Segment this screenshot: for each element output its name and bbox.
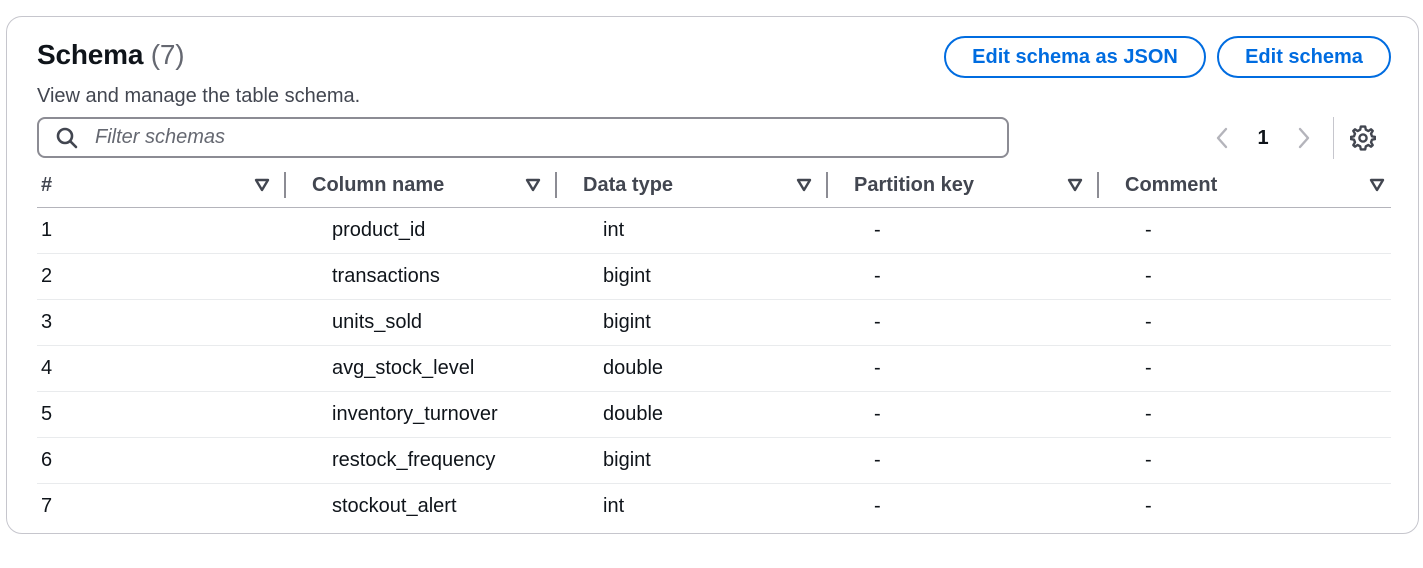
table-row: 6 restock_frequency bigint - - [37,437,1391,484]
pagination-divider [1333,117,1334,159]
cell-row-number: 7 [41,495,53,517]
column-resizer[interactable] [826,172,828,198]
column-header-comment[interactable]: Comment [1121,163,1391,208]
cell-column-name: stockout_alert [332,495,457,517]
column-resizer[interactable] [284,172,286,198]
page-title: Schema (7) [37,39,185,71]
title-text: Schema [37,39,144,70]
sort-down-icon[interactable] [1369,178,1387,192]
cell-comment: - [1121,299,1391,346]
cell-comment: - [1121,345,1391,392]
column-header-label: Partition key [854,173,975,196]
sort-down-icon[interactable] [796,178,814,192]
cell-comment: - [1121,207,1391,254]
chevron-right-icon[interactable] [1289,123,1319,153]
cell-row-number: 4 [37,345,308,392]
cell-data-type: double [579,345,850,392]
cell-column-name: inventory_turnover [308,391,579,438]
edit-schema-json-button[interactable]: Edit schema as JSON [944,36,1206,78]
cell-row-number: 5 [37,391,308,438]
cell-partition-key: - [850,299,1121,346]
column-header-label: Comment [1125,173,1218,196]
gear-icon[interactable] [1348,123,1378,153]
column-resizer[interactable] [1097,172,1099,198]
table-row: 3 units_sold bigint - - [37,299,1391,346]
sort-down-icon[interactable] [254,178,272,192]
sort-down-icon[interactable] [1067,178,1085,192]
cell-data-type: bigint [579,437,850,484]
table-row: 2 transactions bigint - - [37,253,1391,300]
column-header-partition[interactable]: Partition key [850,163,1121,208]
cell-comment: - [1145,495,1152,517]
cell-partition-key: - [850,253,1121,300]
table-row: 4 avg_stock_level double - - [37,345,1391,392]
cell-data-type: double [579,391,850,438]
cell-column-name: product_id [308,207,579,254]
cell-data-type: bigint [579,299,850,346]
cell-partition-key: - [874,495,881,517]
chevron-left-icon[interactable] [1207,123,1237,153]
table-body: 1 product_id int - -2 transactions bigint - -3 un… [37,207,1391,530]
cell-column-name: transactions [308,253,579,300]
column-header-label: Data type [583,173,674,196]
table-row: 7 stockout_alert int - - [37,484,1391,530]
schema-count: (7) [150,39,185,70]
cell-row-number: 3 [37,299,308,346]
pagination: 1 [1207,117,1378,159]
cell-column-name: units_sold [308,299,579,346]
cell-comment: - [1121,391,1391,438]
column-header-label: # [41,173,53,196]
cell-column-name: restock_frequency [308,437,579,484]
cell-partition-key: - [850,437,1121,484]
cell-partition-key: - [850,207,1121,254]
column-header-label: Column name [312,173,445,196]
cell-comment: - [1121,437,1391,484]
column-header-type[interactable]: Data type [579,163,850,208]
sort-down-icon[interactable] [525,178,543,192]
page-number[interactable]: 1 [1237,127,1289,150]
cell-data-type: int [579,207,850,254]
search-icon [55,126,79,150]
column-header-number[interactable]: # [37,163,308,208]
cell-partition-key: - [850,345,1121,392]
filter-input[interactable] [93,125,957,150]
table-header-row: # Column name Data type Partition key Co… [37,163,1391,208]
cell-data-type: bigint [579,253,850,300]
cell-data-type: int [603,495,625,517]
cell-comment: - [1121,253,1391,300]
edit-schema-button[interactable]: Edit schema [1217,36,1391,78]
cell-row-number: 1 [37,207,308,254]
schema-table: # Column name Data type Partition key Co… [37,163,1391,529]
cell-partition-key: - [850,391,1121,438]
cell-column-name: avg_stock_level [308,345,579,392]
table-row: 1 product_id int - - [37,207,1391,254]
page-description: View and manage the table schema. [37,85,361,107]
filter-field[interactable] [37,117,1009,158]
table-row: 5 inventory_turnover double - - [37,391,1391,438]
schema-panel: Schema (7) View and manage the table sch… [6,16,1419,534]
cell-row-number: 2 [37,253,308,300]
column-resizer[interactable] [555,172,557,198]
column-header-name[interactable]: Column name [308,163,579,208]
cell-row-number: 6 [37,437,308,484]
